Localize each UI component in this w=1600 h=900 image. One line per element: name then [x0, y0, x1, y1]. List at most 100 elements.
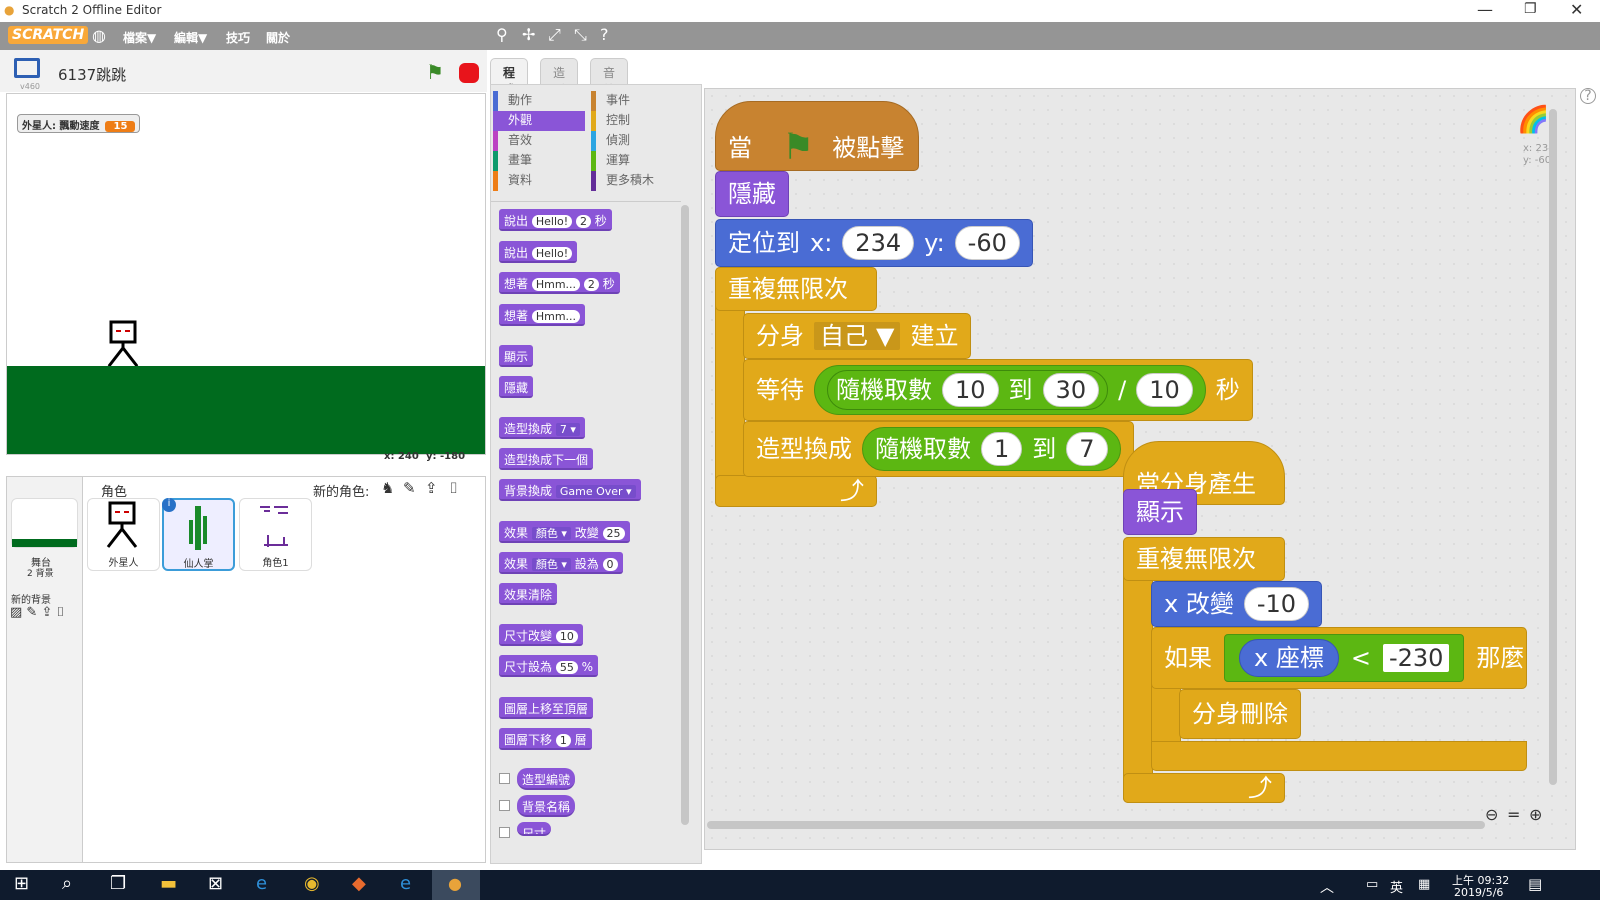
create-clone-block[interactable]: 分身 自己 ▼ 建立 — [743, 313, 972, 359]
network-icon[interactable]: ▭ — [1366, 877, 1378, 892]
ime-icon[interactable]: ▦ — [1418, 877, 1430, 892]
duplicate-icon[interactable]: ⚲ — [496, 25, 508, 44]
say-secs-block[interactable]: 說出 Hello! 2 秒 — [499, 209, 612, 231]
shrink-icon[interactable]: ⤡ — [574, 25, 587, 45]
think-secs-block[interactable]: 想著 Hmm... 2 秒 — [499, 272, 620, 294]
costume-no-checkbox[interactable] — [499, 773, 510, 784]
less-than-operator[interactable]: x 座標 < -230 — [1224, 634, 1465, 682]
go-front-block[interactable]: 圖層上移至頂層 — [499, 697, 594, 719]
when-flag-clicked-block[interactable]: 當 ⚑ 被點擊 — [715, 101, 919, 171]
scratch-logo[interactable]: SCRATCH — [8, 26, 89, 44]
category-control[interactable]: 控制 — [591, 111, 683, 131]
stop-icon[interactable] — [459, 63, 479, 83]
change-size-block[interactable]: 尺寸改變 10 — [499, 624, 583, 646]
category-sound[interactable]: 音效 — [493, 131, 585, 151]
store-icon[interactable]: ⊠ — [208, 873, 223, 894]
costume-number-reporter[interactable]: 造型編號 — [517, 768, 576, 790]
switch-costume-block[interactable]: 造型換成 隨機取數 1 到 7 — [743, 421, 1134, 477]
divide-operator[interactable]: 隨機取數 10 到 30 /10 — [814, 365, 1206, 415]
think-block[interactable]: 想著 Hmm... — [499, 304, 586, 326]
help-icon[interactable]: ? — [600, 25, 609, 44]
category-events[interactable]: 事件 — [591, 91, 683, 111]
forever-block[interactable]: 重複無限次 — [1123, 537, 1285, 581]
script-area[interactable]: 🌈 x: 234 y: -60 當 ⚑ 被點擊 隱藏 定位到 x: 234 y: -60 重… — [704, 88, 1576, 850]
chevron-up-icon[interactable]: ︿ — [1320, 877, 1334, 897]
size-checkbox[interactable] — [499, 827, 510, 838]
backdrop-tools-icon[interactable]: ▨ ✎ ⇪ ⌷ — [10, 605, 64, 620]
random-operator[interactable]: 隨機取數 1 到 7 — [862, 427, 1121, 471]
backdrop-name-reporter[interactable]: 背景名稱 — [517, 795, 576, 817]
file-explorer-icon[interactable]: ▬ — [160, 873, 177, 894]
say-block[interactable]: 說出 Hello! — [499, 241, 578, 263]
set-effect-block[interactable]: 效果 顏色 ▾ 設為 0 — [499, 552, 623, 574]
change-x-block[interactable]: x 改變 -10 — [1151, 581, 1323, 627]
forever-block[interactable]: 重複無限次 — [715, 267, 877, 311]
stage[interactable]: 外星人: 飄動速度 15 — [6, 93, 486, 455]
zoom-reset-icon[interactable]: = — [1507, 805, 1520, 824]
size-reporter[interactable]: 尺寸 — [517, 822, 552, 836]
library-sprite-icon[interactable]: ♞ — [381, 479, 394, 497]
category-looks[interactable]: 外觀 — [493, 111, 585, 131]
edit-menu[interactable]: 編輯▼ — [174, 29, 207, 46]
clone-target-dropdown[interactable]: 自己 ▼ — [814, 322, 901, 350]
horizontal-scrollbar[interactable] — [707, 821, 1485, 829]
chrome-icon[interactable]: ◉ — [304, 873, 320, 894]
language-indicator[interactable]: 英 — [1390, 877, 1403, 896]
notification-icon[interactable]: ▤ — [1528, 875, 1542, 893]
task-view-icon[interactable]: ❐ — [110, 873, 126, 894]
alien-sprite[interactable] — [103, 320, 147, 370]
vertical-scrollbar[interactable] — [1549, 109, 1557, 785]
switch-backdrop-block[interactable]: 背景換成 Game Over ▾ — [499, 479, 641, 501]
category-pen[interactable]: 畫筆 — [493, 151, 585, 171]
category-operators[interactable]: 運算 — [591, 151, 683, 171]
app-icon[interactable]: ◆ — [352, 873, 366, 894]
upload-icon[interactable]: ⇪ — [425, 479, 438, 497]
paint-icon[interactable]: ✎ — [403, 479, 416, 497]
cut-icon[interactable]: ✢ — [522, 25, 535, 44]
go-back-block[interactable]: 圖層下移 1 層 — [499, 728, 592, 750]
sprite-thumb-char1[interactable]: 角色1 — [239, 498, 312, 571]
stage-thumbnail[interactable] — [11, 498, 78, 548]
ie-icon[interactable]: e — [256, 873, 267, 894]
bg-name-checkbox[interactable] — [499, 800, 510, 811]
switch-costume-block[interactable]: 造型換成 7 ▾ — [499, 417, 585, 439]
file-menu[interactable]: 檔案▼ — [123, 29, 156, 46]
close-button[interactable]: ✕ — [1570, 0, 1583, 19]
random-operator[interactable]: 隨機取數 10 到 30 — [827, 370, 1109, 410]
hide-block[interactable]: 隱藏 — [715, 171, 789, 217]
next-costume-block[interactable]: 造型換成下一個 — [499, 448, 594, 470]
info-icon[interactable]: i — [162, 498, 176, 512]
palette-scrollbar[interactable] — [681, 205, 689, 825]
x-position-reporter[interactable]: x 座標 — [1239, 639, 1339, 677]
if-then-block[interactable]: 如果 x 座標 < -230 那麼 — [1151, 627, 1527, 689]
project-title[interactable]: 6137跳跳 — [58, 64, 126, 85]
sprite-thumb-alien[interactable]: 外星人 — [87, 498, 160, 571]
category-data[interactable]: 資料 — [493, 171, 585, 191]
variable-monitor[interactable]: 外星人: 飄動速度 15 — [17, 114, 141, 133]
maximize-button[interactable]: ❐ — [1524, 1, 1537, 17]
zoom-out-icon[interactable]: ⊖ — [1485, 805, 1498, 824]
go-to-xy-block[interactable]: 定位到 x: 234 y: -60 — [715, 219, 1033, 267]
tips-menu[interactable]: 技巧 — [226, 29, 250, 46]
search-icon[interactable]: ⌕ — [62, 873, 72, 894]
show-block[interactable]: 顯示 — [1123, 489, 1197, 535]
tab-costumes[interactable]: 造型 — [540, 58, 579, 97]
tab-sounds[interactable]: 音效 — [590, 58, 629, 97]
scratch-task-icon[interactable]: ● — [432, 870, 480, 900]
green-flag-icon[interactable]: ⚑ — [426, 60, 444, 84]
sprite-thumb-cactus[interactable]: i 仙人掌 — [162, 498, 235, 571]
hide-block[interactable]: 隱藏 — [499, 376, 534, 398]
clear-effects-block[interactable]: 效果清除 — [499, 583, 558, 605]
change-effect-block[interactable]: 效果 顏色 ▾ 改變 25 — [499, 521, 630, 543]
about-menu[interactable]: 關於 — [266, 29, 290, 46]
zoom-in-icon[interactable]: ⊕ — [1529, 805, 1542, 824]
minimize-button[interactable]: — — [1477, 0, 1493, 19]
help-icon[interactable]: ? — [1580, 88, 1596, 104]
delete-clone-block[interactable]: 分身刪除 — [1179, 689, 1301, 739]
fullscreen-icon[interactable] — [14, 58, 40, 78]
tab-scripts[interactable]: 程式 — [490, 58, 529, 97]
grow-icon[interactable]: ⤢ — [548, 25, 561, 45]
set-size-block[interactable]: 尺寸設為 55 % — [499, 655, 599, 677]
category-more-blocks[interactable]: 更多積木 — [591, 171, 683, 191]
start-icon[interactable]: ⊞ — [14, 873, 29, 894]
